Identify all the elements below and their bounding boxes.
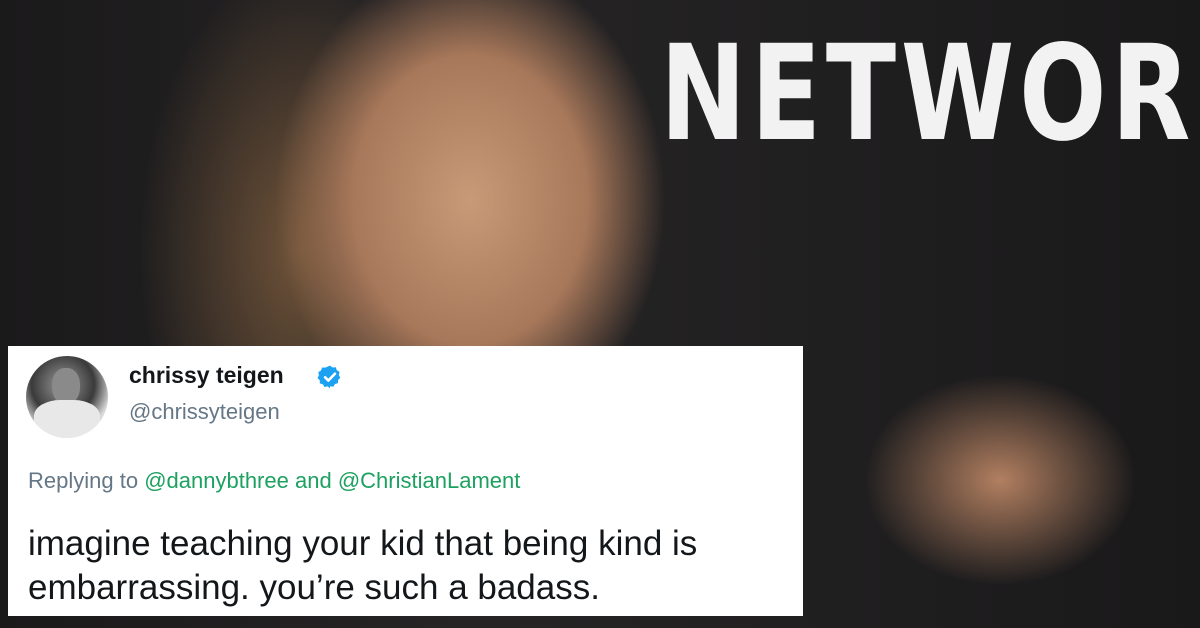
- network-signage-text: NETWORK: [660, 17, 1200, 171]
- reply-prefix: Replying to: [28, 468, 139, 493]
- tweet-text: imagine teaching your kid that being kin…: [28, 522, 798, 610]
- user-handle[interactable]: @chrissyteigen: [129, 399, 280, 425]
- tweet-text-line: imagine teaching your kid that being kin…: [28, 524, 698, 563]
- display-name[interactable]: chrissy teigen: [129, 362, 284, 389]
- reply-mention-link[interactable]: @ChristianLament: [338, 468, 521, 493]
- replying-to-line: Replying to @dannybthree and @ChristianL…: [28, 468, 520, 494]
- avatar[interactable]: [26, 356, 108, 438]
- avatar-fur: [34, 400, 100, 438]
- tweet-card: chrissy teigen @chrissyteigen Replying t…: [8, 346, 803, 616]
- avatar-face: [52, 368, 80, 404]
- verified-badge-icon: [317, 365, 341, 389]
- reply-mention-link[interactable]: @dannybthree: [144, 468, 289, 493]
- tweet-text-line: embarrassing. you’re such a badass.: [28, 568, 600, 607]
- reply-and-text: and: [294, 468, 332, 493]
